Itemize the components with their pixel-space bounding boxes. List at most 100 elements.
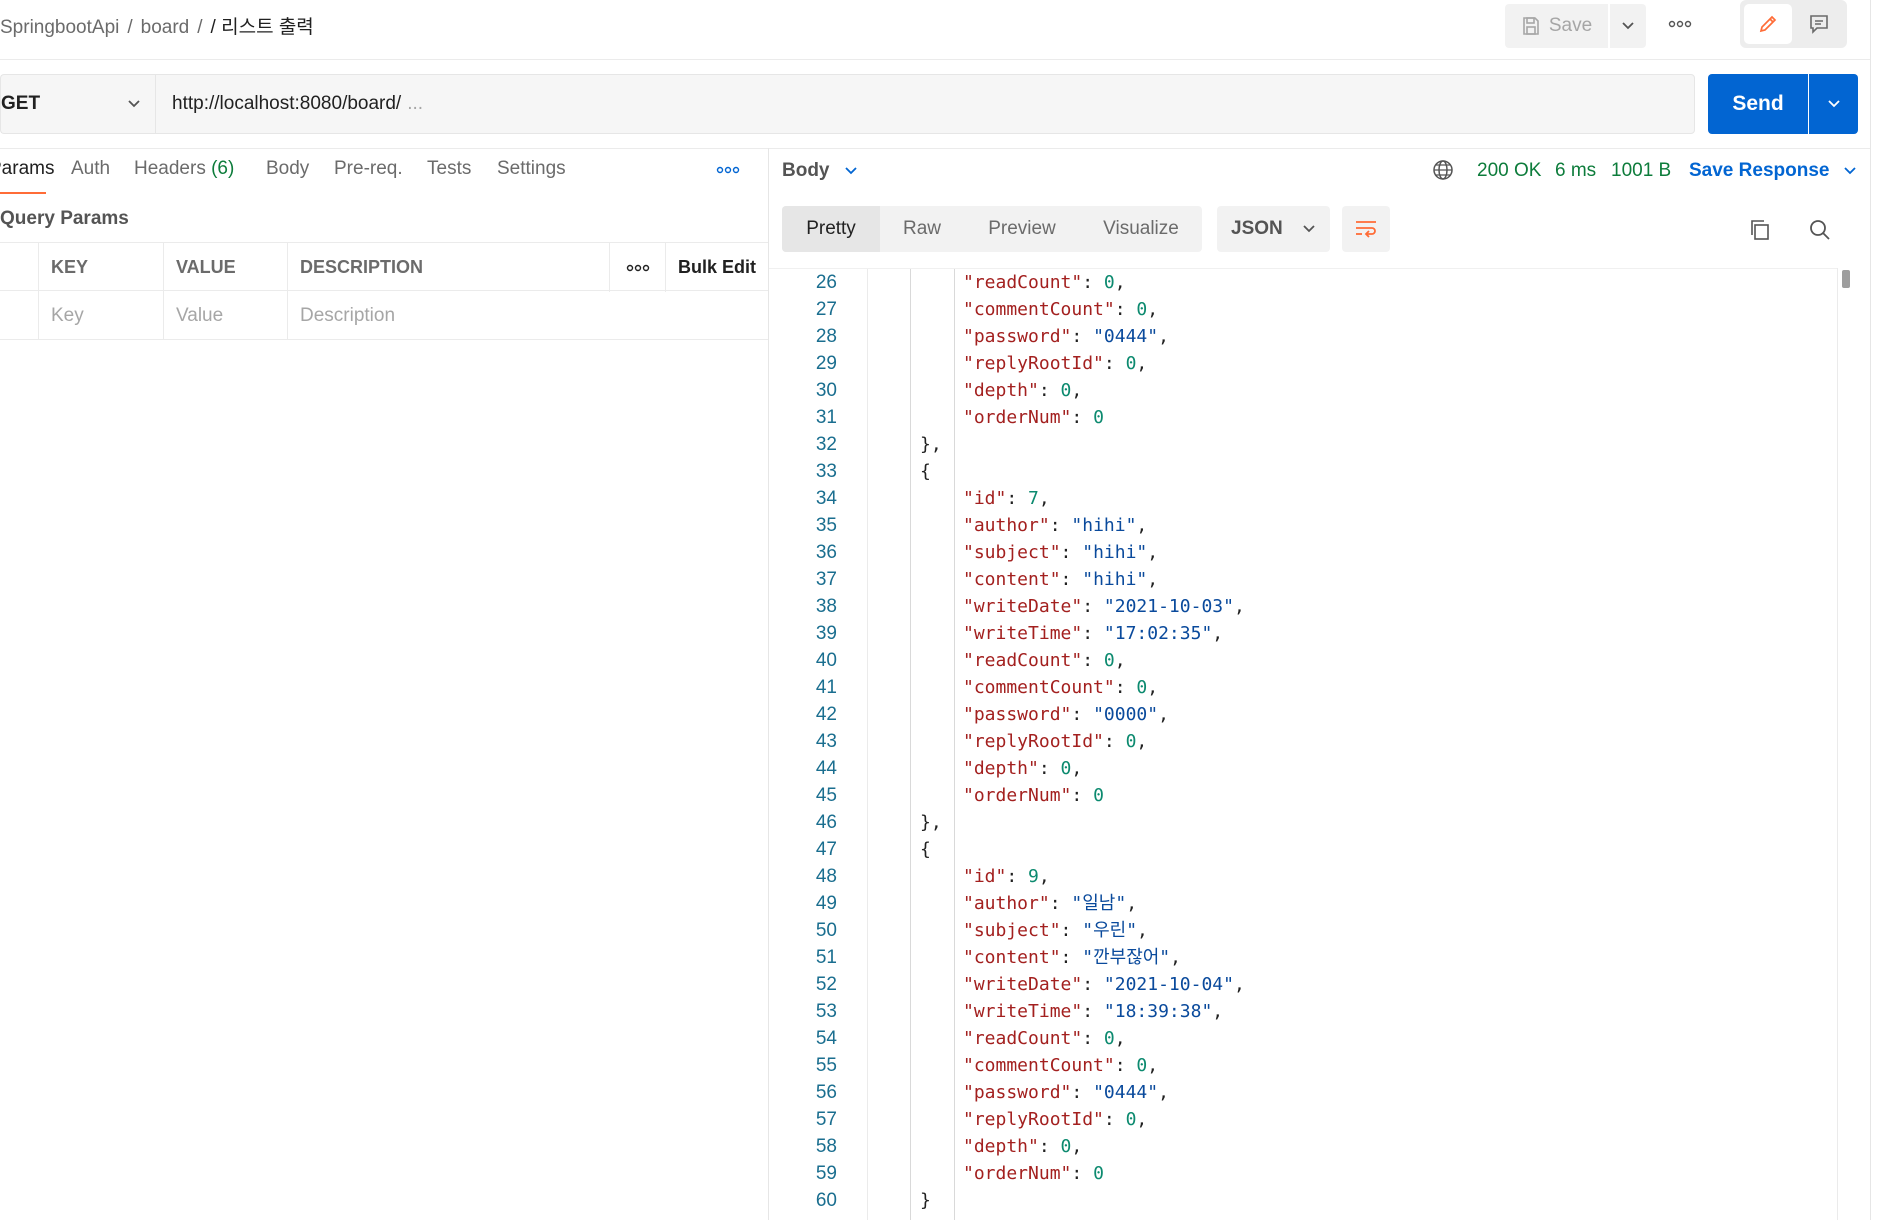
code-line: 33 {: [769, 458, 1837, 485]
code-text: "content": "hihi",: [963, 569, 1159, 590]
search-button[interactable]: [1808, 218, 1832, 247]
more-actions-button[interactable]: [1662, 12, 1698, 36]
code-line: 44 "depth": 0,: [769, 755, 1837, 782]
code-text: "commentCount": 0,: [963, 1055, 1159, 1076]
save-button[interactable]: Save: [1505, 4, 1608, 48]
response-body-label: Body: [782, 160, 830, 181]
tab-auth[interactable]: Auth: [71, 158, 110, 180]
wrap-lines-icon: [1356, 221, 1376, 238]
line-number: 56: [815, 1082, 837, 1103]
breadcrumb-separator: /: [197, 17, 203, 38]
code-line: 39 "writeTime": "17:02:35",: [769, 620, 1837, 647]
code-text: "orderNum": 0: [963, 1163, 1104, 1184]
key-input[interactable]: Key: [38, 291, 163, 340]
line-number: 36: [815, 542, 837, 563]
code-line: 27 "commentCount": 0,: [769, 296, 1837, 323]
search-icon: [1810, 220, 1830, 240]
code-text: "depth": 0,: [963, 380, 1083, 401]
line-number: 39: [815, 623, 837, 644]
save-response-button[interactable]: Save Response: [1689, 160, 1857, 182]
description-input[interactable]: Description: [287, 291, 768, 340]
tab-params[interactable]: Params: [0, 158, 54, 180]
column-options-button[interactable]: [609, 243, 665, 292]
code-line: 54 "readCount": 0,: [769, 1025, 1837, 1052]
request-name[interactable]: / 리스트 출력: [211, 17, 314, 38]
breadcrumb-folder[interactable]: board: [141, 17, 190, 38]
code-text: "orderNum": 0: [963, 407, 1104, 428]
line-number: 58: [815, 1136, 837, 1157]
tab-headers[interactable]: Headers (6): [134, 158, 234, 180]
send-options-button[interactable]: [1809, 74, 1858, 134]
line-number: 41: [815, 677, 837, 698]
code-text: "writeTime": "18:39:38",: [963, 1001, 1224, 1022]
code-line: 28 "password": "0444",: [769, 323, 1837, 350]
send-button[interactable]: Send: [1708, 74, 1808, 134]
save-options-button[interactable]: [1610, 4, 1646, 48]
chevron-down-icon: [1303, 225, 1315, 233]
line-number: 32: [815, 434, 837, 455]
chevron-down-icon: [844, 167, 857, 175]
chevron-down-icon: [1844, 167, 1857, 175]
format-select[interactable]: JSON: [1217, 206, 1330, 252]
value-input[interactable]: Value: [163, 291, 287, 340]
line-number: 40: [815, 650, 837, 671]
code-line: 58 "depth": 0,: [769, 1133, 1837, 1160]
query-params-title: Query Params: [0, 208, 129, 229]
tab-prereq[interactable]: Pre-req.: [334, 158, 403, 180]
code-text: "commentCount": 0,: [963, 299, 1159, 320]
breadcrumb-collection[interactable]: SpringbootApi: [0, 17, 119, 38]
response-body-viewer[interactable]: 26 "readCount": 0, 27 "commentCount": 0, 28 "…: [769, 268, 1837, 1220]
code-text: "replyRootId": 0,: [963, 353, 1148, 374]
more-icon: [626, 264, 650, 271]
response-body-select[interactable]: Body: [782, 160, 858, 182]
tab-visualize[interactable]: Visualize: [1080, 206, 1202, 252]
line-number: 28: [815, 326, 837, 347]
code-line: 36 "subject": "hihi",: [769, 539, 1837, 566]
comments-button[interactable]: [1796, 4, 1844, 44]
scrollbar-thumb[interactable]: [1842, 270, 1850, 288]
tab-body[interactable]: Body: [266, 158, 309, 180]
code-line: 59 "orderNum": 0: [769, 1160, 1837, 1187]
method-label: GET: [1, 93, 41, 114]
code-text: "id": 7,: [963, 488, 1050, 509]
description-column-header: DESCRIPTION: [287, 243, 609, 292]
value-column-header: VALUE: [163, 243, 287, 292]
line-number: 60: [815, 1190, 837, 1211]
line-number: 33: [815, 461, 837, 482]
code-text: "password": "0000",: [963, 704, 1169, 725]
line-number: 51: [815, 947, 837, 968]
tab-pretty[interactable]: Pretty: [782, 206, 880, 252]
wrap-lines-button[interactable]: [1342, 206, 1390, 252]
line-number: 57: [815, 1109, 837, 1130]
tab-tests[interactable]: Tests: [427, 158, 471, 180]
response-header: Body 200 OK 6 ms 1001 B Save Response: [769, 148, 1870, 194]
code-text: "content": "깐부잖어",: [963, 947, 1181, 968]
line-number: 46: [815, 812, 837, 833]
tab-preview[interactable]: Preview: [964, 206, 1080, 252]
copy-button[interactable]: [1748, 218, 1772, 247]
tab-settings[interactable]: Settings: [497, 158, 566, 180]
response-time[interactable]: 6 ms: [1555, 160, 1596, 182]
method-select[interactable]: GET: [0, 74, 155, 134]
edit-mode-button[interactable]: [1744, 4, 1792, 44]
status-code[interactable]: 200 OK: [1477, 160, 1541, 182]
request-tabs-more-button[interactable]: [716, 160, 744, 180]
line-number: 42: [815, 704, 837, 725]
code-line: 38 "writeDate": "2021-10-03",: [769, 593, 1837, 620]
send-group: Send: [1708, 74, 1858, 134]
response-size[interactable]: 1001 B: [1611, 160, 1671, 182]
code-text: "subject": "hihi",: [963, 542, 1159, 563]
network-info-button[interactable]: [1432, 159, 1454, 186]
code-text: "readCount": 0,: [963, 272, 1126, 293]
code-line: 45 "orderNum": 0: [769, 782, 1837, 809]
chevron-down-icon: [1622, 22, 1634, 30]
code-line: 60}: [769, 1187, 1837, 1214]
save-group: Save: [1505, 4, 1646, 48]
url-input[interactable]: http://localhost:8080/board/...: [155, 74, 1695, 134]
code-line: 57 "replyRootId": 0,: [769, 1106, 1837, 1133]
code-text: "subject": "우린",: [963, 920, 1148, 941]
tab-raw[interactable]: Raw: [880, 206, 964, 252]
headers-count: (6): [211, 158, 235, 179]
code-line: 37 "content": "hihi",: [769, 566, 1837, 593]
bulk-edit-button[interactable]: Bulk Edit: [665, 243, 768, 292]
